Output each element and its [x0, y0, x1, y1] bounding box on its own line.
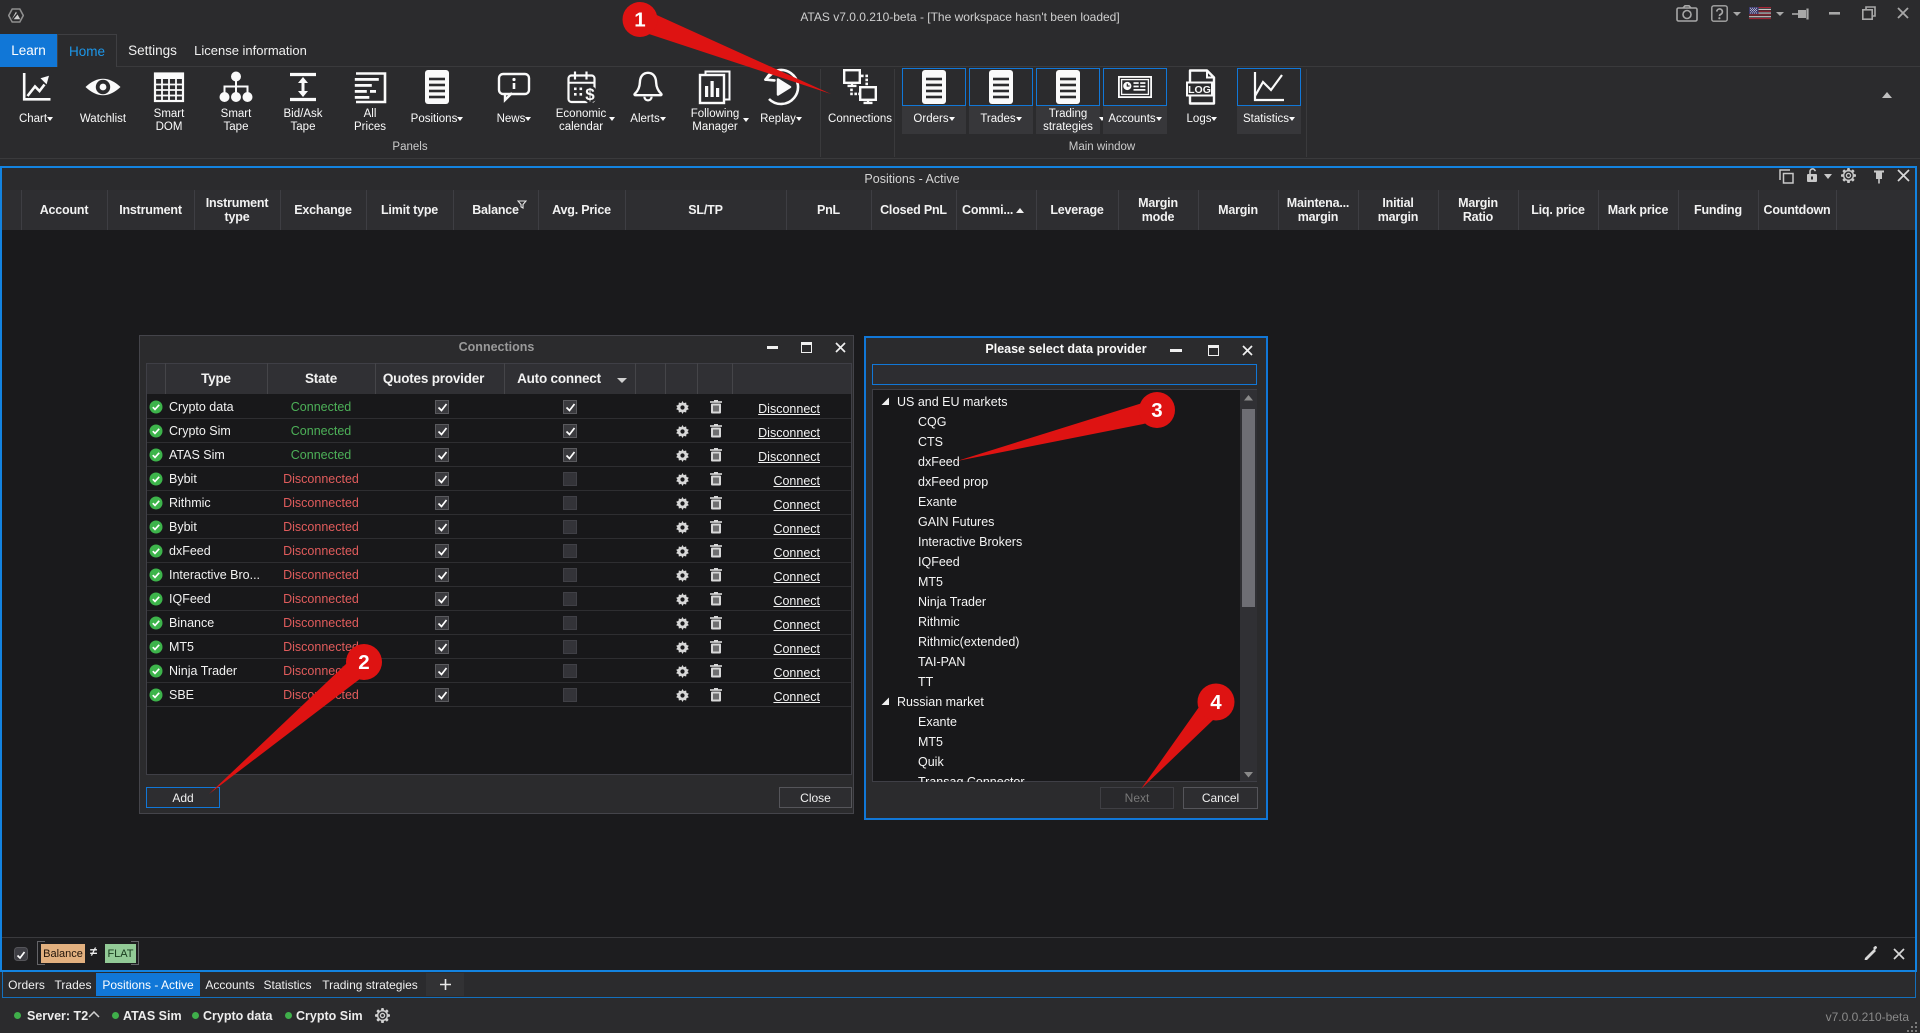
svg-text:$: $	[585, 85, 595, 104]
svg-text:LOG: LOG	[1188, 84, 1211, 96]
